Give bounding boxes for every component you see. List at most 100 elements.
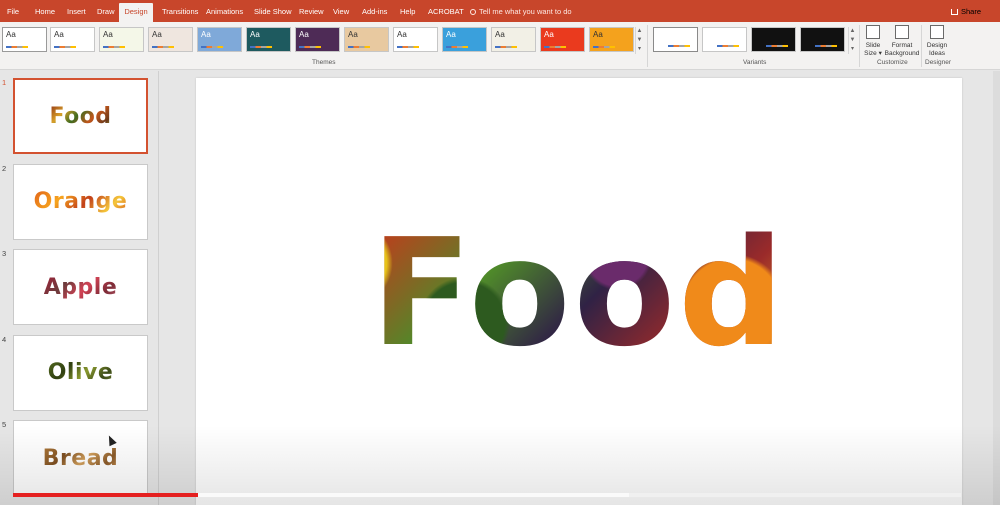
tab-transitions[interactable]: Transitions xyxy=(162,0,198,22)
design-ribbon: ▲ ▼ ▾ Themes ▲ ▼ ▾ Variants Slide Size ▾… xyxy=(0,22,1000,70)
separator xyxy=(647,25,648,67)
theme-sample-text: Aa xyxy=(495,30,505,39)
theme-sample-text: Aa xyxy=(152,30,162,39)
slide-number: 4 xyxy=(2,334,7,344)
tab-add-ins[interactable]: Add-ins xyxy=(362,0,387,22)
theme-color-swatches xyxy=(544,46,566,48)
theme-thumbnail[interactable]: Aa xyxy=(442,27,487,52)
tab-draw[interactable]: Draw xyxy=(97,0,115,22)
variants-group-label: Variants xyxy=(743,59,767,66)
tab-design[interactable]: Design xyxy=(119,3,153,22)
separator xyxy=(859,25,860,67)
slide-number: 5 xyxy=(2,420,7,429)
video-played-bar xyxy=(13,493,198,497)
tab-file[interactable]: File xyxy=(7,0,19,22)
theme-thumbnail[interactable]: Aa xyxy=(344,27,389,52)
slide-thumbnail-1[interactable]: Food xyxy=(13,78,148,154)
theme-sample-text: Aa xyxy=(250,30,260,39)
lightbulb-icon xyxy=(470,9,476,15)
format-background-icon xyxy=(895,25,909,39)
tab-help[interactable]: Help xyxy=(400,0,415,22)
tab-view[interactable]: View xyxy=(333,0,349,22)
scroll-down-icon[interactable]: ▼ xyxy=(636,36,643,45)
variants-gallery-scroll[interactable]: ▲ ▼ ▾ xyxy=(848,27,856,54)
theme-thumbnail[interactable]: Aa xyxy=(50,27,95,52)
scroll-up-icon[interactable]: ▲ xyxy=(849,27,856,36)
tab-acrobat[interactable]: ACROBAT xyxy=(428,0,464,22)
tab-home[interactable]: Home xyxy=(35,0,55,22)
slide-number: 2 xyxy=(2,163,7,173)
separator xyxy=(921,25,922,67)
theme-thumbnail[interactable]: Aa xyxy=(99,27,144,52)
variant-color-swatches xyxy=(717,45,739,47)
more-icon[interactable]: ▾ xyxy=(636,45,643,54)
slide-thumbnail-3[interactable]: Apple xyxy=(13,249,148,325)
theme-sample-text: Aa xyxy=(397,30,407,39)
variant-thumbnail[interactable] xyxy=(702,27,747,52)
slide-thumbnail-title: Apple xyxy=(43,274,118,300)
scroll-down-icon[interactable]: ▼ xyxy=(849,36,856,45)
variant-thumbnail[interactable] xyxy=(653,27,698,52)
theme-thumbnail[interactable]: Aa xyxy=(491,27,536,52)
theme-thumbnail[interactable]: Aa xyxy=(393,27,438,52)
theme-color-swatches xyxy=(201,46,223,48)
theme-thumbnail[interactable]: Aa xyxy=(148,27,193,52)
variant-thumbnail[interactable] xyxy=(751,27,796,52)
slide-thumbnail-2[interactable]: Orange xyxy=(13,163,148,240)
tab-insert[interactable]: Insert xyxy=(67,0,86,22)
video-progress-bar[interactable] xyxy=(13,493,961,497)
theme-sample-text: Aa xyxy=(544,30,554,39)
slide-thumbnail-title: Orange xyxy=(33,189,128,214)
theme-color-swatches xyxy=(299,46,321,48)
slide-number: 1 xyxy=(2,78,7,87)
theme-thumbnail[interactable]: Aa xyxy=(246,27,291,52)
theme-thumbnail[interactable]: Aa xyxy=(197,27,242,52)
themes-group-label: Themes xyxy=(312,59,336,66)
theme-color-swatches xyxy=(446,46,468,48)
vertical-scrollbar[interactable] xyxy=(993,71,1000,505)
theme-color-swatches xyxy=(495,46,517,48)
slide-size-icon xyxy=(866,25,880,39)
theme-sample-text: Aa xyxy=(446,30,456,39)
theme-thumbnail[interactable]: Aa xyxy=(589,27,634,52)
theme-sample-text: Aa xyxy=(593,30,603,39)
variant-color-swatches xyxy=(815,45,837,47)
scroll-up-icon[interactable]: ▲ xyxy=(636,27,643,36)
themes-gallery-scroll[interactable]: ▲ ▼ ▾ xyxy=(635,27,643,54)
share-icon xyxy=(951,9,958,15)
format-background-button[interactable]: Format Background xyxy=(884,25,920,57)
design-ideas-button[interactable]: Design Ideas xyxy=(924,25,950,57)
variant-thumbnail[interactable] xyxy=(800,27,845,52)
tab-animations[interactable]: Animations xyxy=(206,0,243,22)
variant-color-swatches xyxy=(766,45,788,47)
slide-thumbnails-panel: 1 Food 2 Orange 3 Apple 4 Olive 5 Bread xyxy=(0,71,159,505)
theme-color-swatches xyxy=(152,46,174,48)
theme-thumbnail[interactable]: Aa xyxy=(295,27,340,52)
theme-color-swatches xyxy=(54,46,76,48)
theme-sample-text: Aa xyxy=(103,30,113,39)
current-slide[interactable]: Food xyxy=(196,78,962,505)
slide-thumbnail-title: Olive xyxy=(47,360,114,385)
more-icon[interactable]: ▾ xyxy=(849,45,856,54)
slide-size-button[interactable]: Slide Size ▾ xyxy=(862,25,884,57)
slide-thumbnail-4[interactable]: Olive xyxy=(13,334,148,411)
slide-thumbnail-5[interactable]: Bread xyxy=(13,420,148,496)
slide-title-text[interactable]: Food xyxy=(196,218,962,368)
theme-sample-text: Aa xyxy=(299,30,309,39)
theme-sample-text: Aa xyxy=(6,30,16,39)
theme-color-swatches xyxy=(6,46,28,48)
tell-me-search[interactable]: Tell me what you want to do xyxy=(470,0,572,22)
theme-thumbnail[interactable]: Aa xyxy=(2,27,47,52)
theme-color-swatches xyxy=(103,46,125,48)
theme-color-swatches xyxy=(397,46,419,48)
theme-thumbnail[interactable]: Aa xyxy=(540,27,585,52)
theme-sample-text: Aa xyxy=(348,30,358,39)
theme-color-swatches xyxy=(348,46,370,48)
tab-review[interactable]: Review xyxy=(299,0,324,22)
theme-sample-text: Aa xyxy=(201,30,211,39)
share-button[interactable]: Share xyxy=(951,0,981,22)
customize-group-label: Customize xyxy=(877,59,908,66)
tab-slide-show[interactable]: Slide Show xyxy=(254,0,292,22)
slide-thumbnail-title: Bread xyxy=(42,445,119,471)
designer-group-label: Designer xyxy=(925,59,952,66)
